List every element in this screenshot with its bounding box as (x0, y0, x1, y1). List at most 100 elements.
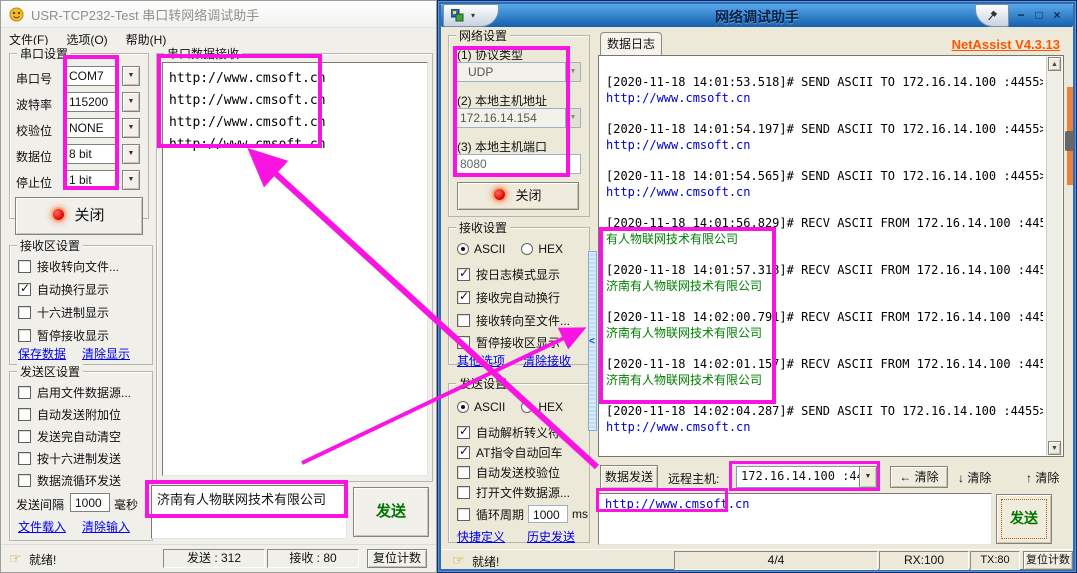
menu-help[interactable]: 帮助(H) (126, 31, 167, 48)
parity-select[interactable]: NONE (64, 118, 118, 138)
checkbox-row[interactable]: 数据流循环发送 (18, 472, 121, 489)
checkbox-row[interactable]: 暂停接收区显示 (457, 334, 560, 351)
com-port-dropdown-icon[interactable]: ▼ (122, 66, 140, 86)
checkbox[interactable] (457, 268, 470, 281)
clear-receive-link[interactable]: 清除接收 (523, 352, 571, 369)
remote-host-select[interactable]: 172.16.14.100 :4455 (736, 466, 860, 488)
stop-bits-select[interactable]: 1 bit (64, 170, 118, 190)
close-icon[interactable]: × (1049, 8, 1065, 24)
checkbox-row[interactable]: 发送完自动清空 (18, 428, 121, 445)
parity-dropdown-icon[interactable]: ▼ (122, 118, 140, 138)
checkbox[interactable] (457, 486, 470, 499)
netassist-version-link[interactable]: NetAssist V4.3.13 (952, 37, 1060, 52)
clear-send-button[interactable]: ← 清除 (890, 466, 948, 488)
checkbox-row[interactable]: 暂停接收显示 (18, 327, 109, 344)
serial-send-input[interactable]: 济南有人物联网技术有限公司 (151, 485, 347, 539)
checkbox-row[interactable]: 十六进制显示 (18, 304, 109, 321)
data-log-display[interactable]: [2020-11-18 14:01:53.518]# SEND ASCII TO… (598, 55, 1064, 457)
scroll-up-icon[interactable]: ▲ (1048, 57, 1061, 71)
checkbox-row[interactable]: 启用文件数据源... (18, 384, 131, 401)
checkbox[interactable] (18, 474, 31, 487)
serial-send-button[interactable]: 发送 (353, 487, 429, 537)
radio-hex[interactable] (521, 243, 533, 255)
send-interval-input[interactable]: 1000 (70, 493, 110, 512)
maximize-icon[interactable]: □ (1031, 8, 1047, 24)
checkbox-row[interactable]: 自动换行显示 (18, 281, 109, 298)
cycle-period-row[interactable]: 循环周期 1000 ms (457, 505, 588, 523)
checkbox[interactable] (457, 314, 470, 327)
checkbox-row[interactable]: 自动发送校验位 (457, 464, 560, 481)
checkbox-row[interactable]: 接收完自动换行 (457, 289, 560, 306)
checkbox[interactable] (18, 430, 31, 443)
clear-down-button[interactable]: ↓ 清除 (958, 469, 991, 486)
clear-input-link[interactable]: 清除输入 (82, 518, 130, 535)
checkbox-row[interactable]: AT指令自动回车 (457, 444, 562, 461)
checkbox[interactable] (457, 508, 470, 521)
radio-ascii[interactable] (457, 243, 469, 255)
log-entry: [2020-11-18 14:02:04.287]# SEND ASCII TO… (606, 403, 1043, 435)
panel-splitter[interactable]: < (588, 251, 597, 431)
checkbox-row[interactable]: 打开文件数据源... (457, 484, 570, 501)
local-host-dropdown-icon[interactable]: ▼ (565, 108, 581, 128)
reset-counter-button[interactable]: 复位计数 (367, 549, 427, 568)
log-entry-header: [2020-11-18 14:01:54.565]# SEND ASCII TO… (606, 168, 1043, 184)
network-settings-title: 网络设置 (456, 27, 510, 44)
tab-data-log[interactable]: 数据日志 (600, 32, 662, 56)
quick-define-link[interactable]: 快捷定义 (457, 528, 505, 545)
other-options-link[interactable]: 其他选项 (457, 352, 505, 369)
checkbox[interactable] (18, 386, 31, 399)
right-titlebar[interactable]: 网络调试助手 ▾ − □ × (441, 4, 1073, 27)
checkbox[interactable] (457, 446, 470, 459)
data-bits-select[interactable]: 8 bit (64, 144, 118, 164)
cycle-period-input[interactable]: 1000 (528, 505, 568, 523)
radio-ascii[interactable] (457, 401, 469, 413)
minimize-icon[interactable]: − (1013, 8, 1029, 24)
remote-host-dropdown-icon[interactable]: ▼ (859, 466, 877, 488)
local-port-input[interactable]: 8080 (455, 154, 581, 174)
load-file-link[interactable]: 文件载入 (18, 518, 66, 535)
left-titlebar[interactable]: USR-TCP232-Test 串口转网络调试助手 (1, 1, 436, 28)
data-bits-dropdown-icon[interactable]: ▼ (122, 144, 140, 164)
baud-rate-dropdown-icon[interactable]: ▼ (122, 92, 140, 112)
protocol-type-select[interactable]: UDP (455, 62, 567, 82)
menu-options[interactable]: 选项(O) (66, 31, 107, 48)
com-port-select[interactable]: COM7 (64, 66, 118, 86)
protocol-dropdown-icon[interactable]: ▼ (565, 62, 581, 82)
checkbox[interactable] (457, 466, 470, 479)
save-data-link[interactable]: 保存数据 (18, 345, 66, 362)
checkbox-row[interactable]: 接收转向文件... (18, 258, 119, 275)
stop-bits-dropdown-icon[interactable]: ▼ (122, 170, 140, 190)
network-close-button[interactable]: 关闭 (457, 182, 579, 210)
scroll-down-icon[interactable]: ▼ (1048, 441, 1061, 455)
checkbox-row[interactable]: 自动解析转义符 (457, 424, 560, 441)
checkbox-row[interactable]: 接收转向至文件... (457, 312, 570, 329)
checkbox[interactable] (457, 426, 470, 439)
clear-up-button[interactable]: ↑ 清除 (1026, 469, 1059, 486)
checkbox[interactable] (457, 291, 470, 304)
clear-display-link[interactable]: 清除显示 (82, 345, 130, 362)
serial-receive-display[interactable]: http://www.cmsoft.cnhttp://www.cmsoft.cn… (162, 62, 428, 476)
network-send-button[interactable]: 发送 (996, 494, 1052, 544)
checkbox[interactable] (18, 283, 31, 296)
system-menu-tab[interactable]: ▾ (443, 4, 499, 27)
reset-counter-button[interactable]: 复位计数 (1023, 551, 1073, 570)
checkbox[interactable] (457, 336, 470, 349)
radio-hex[interactable] (521, 401, 533, 413)
baud-rate-select[interactable]: 115200 (64, 92, 118, 112)
history-send-link[interactable]: 历史发送 (527, 528, 575, 545)
checkbox-row[interactable]: 按十六进制发送 (18, 450, 121, 467)
edge-handle[interactable] (1065, 131, 1074, 151)
tab-data-send[interactable]: 数据发送 (600, 465, 658, 489)
network-send-input[interactable]: http://www.cmsoft.cn (598, 493, 992, 545)
local-host-select[interactable]: 172.16.14.154 (455, 108, 567, 128)
log-entry: [2020-11-18 14:01:54.565]# SEND ASCII TO… (606, 168, 1043, 200)
log-scrollbar[interactable]: ▲ ▼ (1046, 57, 1062, 455)
serial-close-button[interactable]: 关闭 (15, 197, 143, 235)
checkbox[interactable] (18, 306, 31, 319)
checkbox[interactable] (18, 329, 31, 342)
checkbox[interactable] (18, 260, 31, 273)
checkbox-row[interactable]: 自动发送附加位 (18, 406, 121, 423)
checkbox[interactable] (18, 408, 31, 421)
checkbox[interactable] (18, 452, 31, 465)
checkbox-row[interactable]: 按日志模式显示 (457, 266, 560, 283)
